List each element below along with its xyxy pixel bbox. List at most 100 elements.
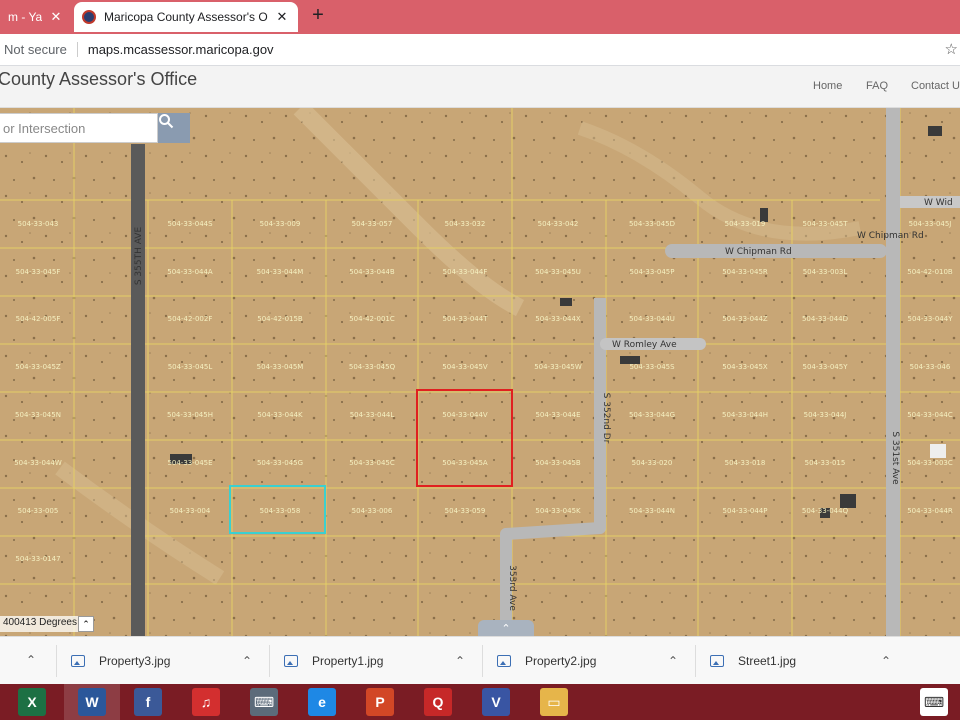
parcel-label[interactable]: 504-33-003L: [803, 268, 848, 276]
parcel-label[interactable]: 504-33-006: [352, 507, 393, 515]
parcel-label[interactable]: 504-33-044T: [443, 315, 489, 323]
quicken-icon[interactable]: Q: [424, 688, 452, 716]
parcel-label[interactable]: 504-33-059: [445, 507, 486, 515]
file-explorer-icon[interactable]: ▭: [540, 688, 568, 716]
download-menu-chevron-icon[interactable]: ⌃: [242, 654, 252, 668]
parcel-label[interactable]: 504-33-044F: [443, 268, 488, 276]
parcel-label[interactable]: 504-33-015: [805, 459, 846, 467]
parcel-label[interactable]: 504-33-045K: [535, 507, 581, 515]
parcel-label[interactable]: 504-33-044E: [535, 411, 580, 419]
parcel-label[interactable]: 504-33-045Z: [15, 363, 61, 371]
parcel-label[interactable]: 504-33-045N: [15, 411, 61, 419]
coordinate-toggle-button[interactable]: ⌃: [78, 616, 94, 632]
parcel-label[interactable]: 504-33-045D: [629, 220, 675, 228]
parcel-label[interactable]: 504-33-045M: [257, 363, 304, 371]
download-menu-chevron-icon[interactable]: ⌃: [668, 654, 678, 668]
nav-contact-link[interactable]: Contact U: [911, 80, 960, 92]
downloads-chevron-icon[interactable]: ⌃: [26, 653, 42, 667]
parcel-label[interactable]: 504-33-045Q: [349, 363, 396, 371]
parcel-label[interactable]: 504-33-044V: [442, 411, 488, 419]
parcel-label[interactable]: 504-33-045G: [257, 459, 303, 467]
internet-explorer-icon[interactable]: e: [308, 688, 336, 716]
bookmark-star-icon[interactable]: ☆: [945, 40, 958, 58]
parcel-label[interactable]: 504-42-001C: [349, 315, 395, 323]
parcel-label[interactable]: 504-33-044Z: [722, 315, 768, 323]
parcel-label[interactable]: 504-33-043: [18, 220, 59, 228]
parcel-label[interactable]: 504-42-015B: [257, 315, 303, 323]
parcel-label[interactable]: 504-33-044R: [907, 507, 953, 515]
parcel-label[interactable]: 504-33-042: [538, 220, 579, 228]
panel-collapse-button[interactable]: ⌃: [478, 620, 534, 636]
facebook-icon[interactable]: f: [134, 688, 162, 716]
parcel-label[interactable]: 504-33-044G: [629, 411, 675, 419]
tab-assessor-close-icon[interactable]: ✕: [274, 9, 290, 25]
parcel-label[interactable]: 504-33-044W: [14, 459, 62, 467]
address-search-input[interactable]: or Intersection: [0, 113, 158, 143]
parcel-label[interactable]: 504-33-046: [910, 363, 951, 371]
site-title[interactable]: County Assessor's Office: [0, 69, 197, 90]
parcel-label[interactable]: 504-33-044X: [535, 315, 581, 323]
parcel-label[interactable]: 504-33-045B: [535, 459, 581, 467]
parcel-label[interactable]: 504-33-045L: [168, 363, 213, 371]
parcel-label[interactable]: 504-33-044N: [629, 507, 675, 515]
parcel-label[interactable]: 504-33-045Y: [803, 363, 849, 371]
word-icon[interactable]: W: [78, 688, 106, 716]
parcel-label[interactable]: 504-33-044U: [629, 315, 675, 323]
new-tab-button[interactable]: +: [306, 4, 330, 28]
parcel-label[interactable]: 504-33-045A: [442, 459, 488, 467]
parcel-label[interactable]: 504-33-057: [352, 220, 393, 228]
parcel-label[interactable]: 504-33-044S: [167, 220, 213, 228]
search-button[interactable]: [158, 113, 190, 143]
parcel-label[interactable]: 504-33-044M: [257, 268, 304, 276]
parcel-label[interactable]: 504-33-044L: [350, 411, 395, 419]
parcel-label[interactable]: 504-33-009: [260, 220, 301, 228]
nav-faq-link[interactable]: FAQ: [866, 80, 888, 92]
parcel-label[interactable]: 504-33-045U: [535, 268, 581, 276]
url-text[interactable]: maps.mcassessor.maricopa.gov: [78, 42, 274, 57]
parcel-label[interactable]: 504-33-0147: [15, 555, 60, 563]
parcel-label[interactable]: 504-33-045X: [722, 363, 768, 371]
parcel-label[interactable]: 504-33-044H: [722, 411, 768, 419]
parcel-label[interactable]: 504-33-005: [18, 507, 59, 515]
parcel-label[interactable]: 504-33-045V: [442, 363, 488, 371]
address-bar[interactable]: Not secure maps.mcassessor.maricopa.gov …: [0, 34, 960, 66]
download-item[interactable]: Property1.jpg ⌃: [269, 645, 481, 677]
parcel-label[interactable]: 504-33-044Y: [908, 315, 954, 323]
music-icon[interactable]: ♫: [192, 688, 220, 716]
parcel-label[interactable]: 504-33-045T: [803, 220, 849, 228]
parcel-label[interactable]: 504-33-044B: [349, 268, 395, 276]
parcel-label[interactable]: 504-33-044K: [257, 411, 303, 419]
parcel-label[interactable]: 504-33-044Q: [802, 507, 849, 515]
parcel-label[interactable]: 504-33-020: [632, 459, 673, 467]
visio-icon[interactable]: V: [482, 688, 510, 716]
parcel-label[interactable]: 504-42-002F: [168, 315, 213, 323]
network-icon[interactable]: ⌨: [250, 688, 278, 716]
powerpoint-icon[interactable]: P: [366, 688, 394, 716]
parcel-map[interactable]: S 355TH AVE W Chipman Rd W Chipman Rd W …: [0, 108, 960, 636]
security-indicator[interactable]: Not secure: [0, 42, 78, 57]
parcel-label[interactable]: 504-33-044A: [167, 268, 213, 276]
download-item[interactable]: Property2.jpg ⌃: [482, 645, 694, 677]
tab-assessor[interactable]: Maricopa County Assessor's Offic ✕: [74, 2, 298, 32]
download-item[interactable]: Street1.jpg ⌃: [695, 645, 907, 677]
parcel-label[interactable]: 504-33-045S: [629, 363, 675, 371]
parcel-label[interactable]: 504-33-045P: [630, 268, 675, 276]
nav-home-link[interactable]: Home: [813, 80, 842, 92]
parcel-label[interactable]: 504-33-044D: [802, 315, 848, 323]
parcel-label[interactable]: 504-33-003C: [907, 459, 953, 467]
excel-icon[interactable]: X: [18, 688, 46, 716]
parcel-label[interactable]: 504-42-010B: [907, 268, 953, 276]
parcel-label[interactable]: 504-33-032: [445, 220, 486, 228]
parcel-label[interactable]: 504-33-044J: [804, 411, 847, 419]
map-canvas[interactable]: S 355TH AVE W Chipman Rd W Chipman Rd W …: [0, 108, 960, 636]
download-item[interactable]: Property3.jpg ⌃: [56, 645, 268, 677]
parcel-label[interactable]: 504-33-045H: [167, 411, 213, 419]
parcel-label[interactable]: 504-33-045C: [349, 459, 395, 467]
download-menu-chevron-icon[interactable]: ⌃: [455, 654, 465, 668]
tab-yahoo-close-icon[interactable]: ✕: [48, 9, 64, 25]
parcel-label[interactable]: 504-33-044P: [723, 507, 768, 515]
parcel-label[interactable]: 504-33-018: [725, 459, 766, 467]
parcel-label[interactable]: 504-33-004: [170, 507, 211, 515]
parcel-label[interactable]: 504-33-019: [725, 220, 766, 228]
parcel-label[interactable]: 504-33-045J: [909, 220, 952, 228]
